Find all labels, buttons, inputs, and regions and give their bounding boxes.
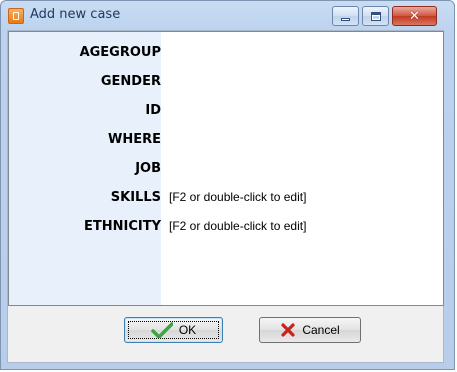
field-value[interactable]: [F2 or double-click to edit] <box>169 212 306 241</box>
field-label: JOB <box>9 154 161 183</box>
field-row-where[interactable]: WHERE <box>9 125 443 154</box>
close-icon: ✕ <box>409 8 420 24</box>
field-label: SKILLS <box>9 183 161 212</box>
field-row-agegroup[interactable]: AGEGROUP <box>9 38 443 67</box>
field-label: GENDER <box>9 67 161 96</box>
cancel-button[interactable]: Cancel <box>259 317 361 343</box>
field-row-id[interactable]: ID <box>9 96 443 125</box>
field-row-gender[interactable]: GENDER <box>9 67 443 96</box>
case-field-grid: AGEGROUP GENDER ID WHERE JOB SKILLS [F2 … <box>8 31 444 306</box>
focus-rectangle <box>128 321 219 339</box>
field-label: ETHNICITY <box>9 212 161 241</box>
close-button[interactable]: ✕ <box>392 6 437 26</box>
field-row-skills[interactable]: SKILLS [F2 or double-click to edit] <box>9 183 443 212</box>
maximize-button[interactable] <box>362 6 389 26</box>
window-title: Add new case <box>30 7 121 22</box>
ok-button[interactable]: OK <box>124 317 223 343</box>
cancel-label: Cancel <box>302 323 340 337</box>
title-bar[interactable]: Add new case ✕ <box>1 1 454 31</box>
field-label: WHERE <box>9 125 161 154</box>
field-value[interactable]: [F2 or double-click to edit] <box>169 183 306 212</box>
field-row-ethnicity[interactable]: ETHNICITY [F2 or double-click to edit] <box>9 212 443 241</box>
field-label: ID <box>9 96 161 125</box>
field-row-job[interactable]: JOB <box>9 154 443 183</box>
case-app-icon <box>8 8 24 24</box>
minimize-button[interactable] <box>332 6 359 26</box>
minimize-icon <box>341 17 350 21</box>
field-label: AGEGROUP <box>9 38 161 67</box>
maximize-icon <box>370 11 381 21</box>
x-icon <box>281 323 295 337</box>
